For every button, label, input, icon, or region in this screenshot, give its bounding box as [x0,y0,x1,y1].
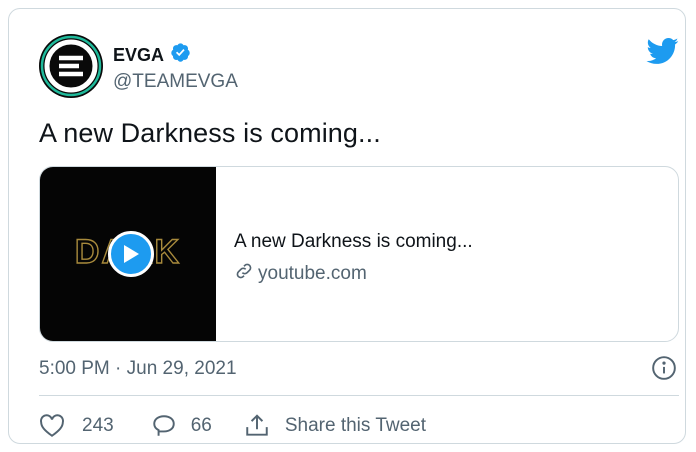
action-bar: 243 66 Share this Tweet [39,411,426,441]
reply-button[interactable]: 66 [151,414,212,438]
heart-icon [39,414,65,438]
info-icon[interactable] [651,355,677,381]
author-name-row[interactable]: EVGA [113,42,191,68]
author-name[interactable]: EVGA [113,45,164,66]
reply-count: 66 [190,415,212,436]
avatar[interactable] [39,34,103,98]
verified-badge-icon [170,42,191,68]
divider [39,395,679,396]
share-label: Share this Tweet [284,415,427,436]
link-title[interactable]: A new Darkness is coming... [234,231,473,253]
share-icon [244,413,270,439]
twitter-bird-icon[interactable] [645,37,681,67]
like-count: 243 [82,415,114,436]
author-handle[interactable]: @TEAMEVGA [113,71,238,93]
link-domain: youtube.com [258,263,367,284]
video-thumbnail[interactable]: DARK [40,167,216,341]
tweet-text: A new Darkness is coming... [39,118,381,148]
reply-icon [151,414,177,438]
play-icon[interactable] [108,231,154,277]
like-button[interactable]: 243 [39,414,114,438]
link-domain-row[interactable]: youtube.com [234,261,367,287]
share-button[interactable]: Share this Tweet [244,413,426,439]
link-preview-card[interactable]: DARK A new Darkness is coming... youtube… [39,166,679,342]
link-icon [234,261,254,287]
tweet-timestamp[interactable]: 5:00 PM · Jun 29, 2021 [39,358,237,380]
tweet-card: EVGA @TEAMEVGA A new Darkness is coming.… [8,8,686,444]
